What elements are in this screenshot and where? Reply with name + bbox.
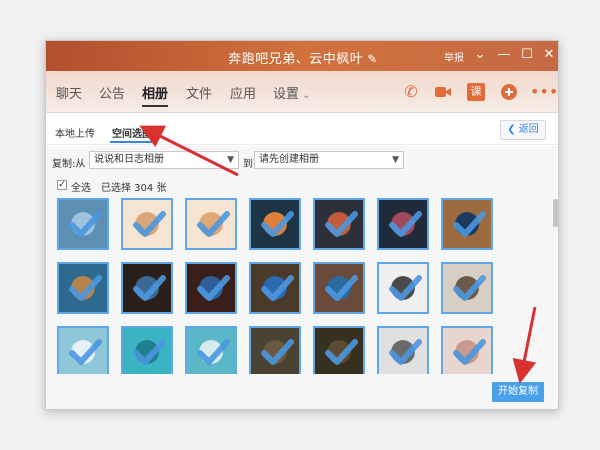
chevron-down-icon[interactable]: ⌄ — [471, 46, 489, 64]
photo-thumbnail[interactable] — [57, 326, 109, 378]
tab-bar: 聊天 公告 相册 文件 应用 设置 ⌄ ✆ 课 ••• — [46, 71, 558, 113]
select-all-checkbox[interactable]: ✓ — [57, 180, 67, 190]
selected-count: 已选择 304 张 — [101, 183, 167, 194]
selected-check-icon — [133, 275, 166, 301]
photo-grid — [46, 196, 558, 384]
photo-thumbnail[interactable] — [441, 198, 493, 250]
dropdown-arrow-icon: ▼ — [392, 155, 399, 165]
selected-check-icon — [261, 211, 294, 237]
start-copy-button[interactable]: 开始复制 — [492, 382, 544, 402]
tab-apps[interactable]: 应用 — [230, 83, 256, 102]
selected-check-icon — [325, 339, 358, 365]
photo-thumbnail[interactable] — [249, 198, 301, 250]
maximize-icon[interactable]: ☐ — [518, 46, 536, 64]
copy-settings-bar: 复制:从 说说和日志相册 ▼ 到 请先创建相册 ▼ — [46, 146, 558, 174]
selected-check-icon — [389, 211, 422, 237]
target-album-value: 请先创建相册 — [259, 154, 319, 165]
photo-thumbnail[interactable] — [377, 262, 429, 314]
add-icon[interactable] — [498, 81, 520, 103]
photo-thumbnail[interactable] — [377, 198, 429, 250]
edit-pencil-icon[interactable]: ✎ — [367, 52, 378, 66]
scrollbar-thumb[interactable] — [553, 199, 558, 227]
tab-settings[interactable]: 设置 ⌄ — [273, 83, 310, 102]
report-link[interactable]: 举报 — [444, 49, 464, 64]
source-album-value: 说说和日志相册 — [94, 154, 164, 165]
classroom-icon[interactable]: 课 — [465, 81, 487, 103]
footer-bar: 开始复制 — [46, 374, 558, 409]
back-button[interactable]: ❮ 返回 — [500, 120, 546, 140]
selected-check-icon — [389, 275, 422, 301]
photo-thumbnail[interactable] — [313, 326, 365, 378]
photo-thumbnail[interactable] — [313, 262, 365, 314]
photo-thumbnail[interactable] — [121, 262, 173, 314]
selected-check-icon — [197, 275, 230, 301]
video-icon[interactable] — [432, 81, 454, 103]
photo-thumbnail[interactable] — [57, 262, 109, 314]
phone-icon[interactable]: ✆ — [400, 81, 422, 103]
tab-settings-label: 设置 — [273, 87, 300, 102]
copy-to-label: 到 — [243, 159, 253, 170]
more-icon[interactable]: ••• — [530, 81, 558, 103]
tab-files[interactable]: 文件 — [186, 83, 212, 102]
dropdown-arrow-icon: ▼ — [227, 155, 234, 165]
chevron-down-icon: ⌄ — [302, 90, 311, 101]
selected-check-icon — [133, 211, 166, 237]
selected-check-icon — [453, 339, 486, 365]
tab-chat[interactable]: 聊天 — [56, 83, 82, 102]
album-subtabs: 本地上传 空间选图 ❮ 返回 — [46, 113, 558, 145]
photo-thumbnail[interactable] — [249, 262, 301, 314]
tab-album[interactable]: 相册 — [142, 83, 169, 107]
tab-notice[interactable]: 公告 — [99, 83, 125, 102]
photo-thumbnail[interactable] — [313, 198, 365, 250]
photo-thumbnail[interactable] — [441, 326, 493, 378]
copy-from-label: 复制:从 — [52, 159, 86, 170]
minimize-icon[interactable]: — — [495, 46, 513, 64]
title-bar[interactable]: 奔跑吧兄弟、云中枫叶 ✎ 举报 ⌄ — ☐ ✕ — [46, 41, 558, 71]
photo-thumbnail[interactable] — [57, 198, 109, 250]
target-album-select[interactable]: 请先创建相册 ▼ — [254, 151, 404, 169]
tab-space-select[interactable]: 空间选图 — [110, 125, 154, 143]
selected-check-icon — [261, 339, 294, 365]
photo-thumbnail[interactable] — [185, 262, 237, 314]
selected-check-icon — [325, 275, 358, 301]
photo-thumbnail[interactable] — [121, 198, 173, 250]
selected-check-icon — [197, 211, 230, 237]
selected-check-icon — [389, 339, 422, 365]
photo-thumbnail[interactable] — [441, 262, 493, 314]
selected-check-icon — [133, 339, 166, 365]
select-all-label[interactable]: 全选 — [71, 179, 91, 194]
tab-local-upload[interactable]: 本地上传 — [55, 125, 95, 140]
classroom-icon-label: 课 — [467, 83, 485, 101]
selected-check-icon — [197, 339, 230, 365]
back-arrow-icon: ❮ — [507, 124, 516, 135]
selection-row: ✓ 全选 已选择 304 张 — [46, 174, 558, 196]
photo-thumbnail[interactable] — [249, 326, 301, 378]
close-icon[interactable]: ✕ — [540, 46, 558, 64]
selected-check-icon — [69, 275, 102, 301]
album-window: 奔跑吧兄弟、云中枫叶 ✎ 举报 ⌄ — ☐ ✕ 聊天 公告 相册 文件 应用 设置… — [45, 40, 559, 410]
selected-check-icon — [325, 211, 358, 237]
selected-check-icon — [69, 211, 102, 237]
group-name: 奔跑吧兄弟、云中枫叶 — [228, 52, 364, 67]
selected-check-icon — [453, 275, 486, 301]
photo-thumbnail[interactable] — [377, 326, 429, 378]
photo-thumbnail[interactable] — [121, 326, 173, 378]
photo-thumbnail[interactable] — [185, 326, 237, 378]
selected-check-icon — [453, 211, 486, 237]
back-label: 返回 — [518, 124, 539, 135]
selected-check-icon — [69, 339, 102, 365]
photo-thumbnail[interactable] — [185, 198, 237, 250]
source-album-select[interactable]: 说说和日志相册 ▼ — [89, 151, 239, 169]
selected-check-icon — [261, 275, 294, 301]
